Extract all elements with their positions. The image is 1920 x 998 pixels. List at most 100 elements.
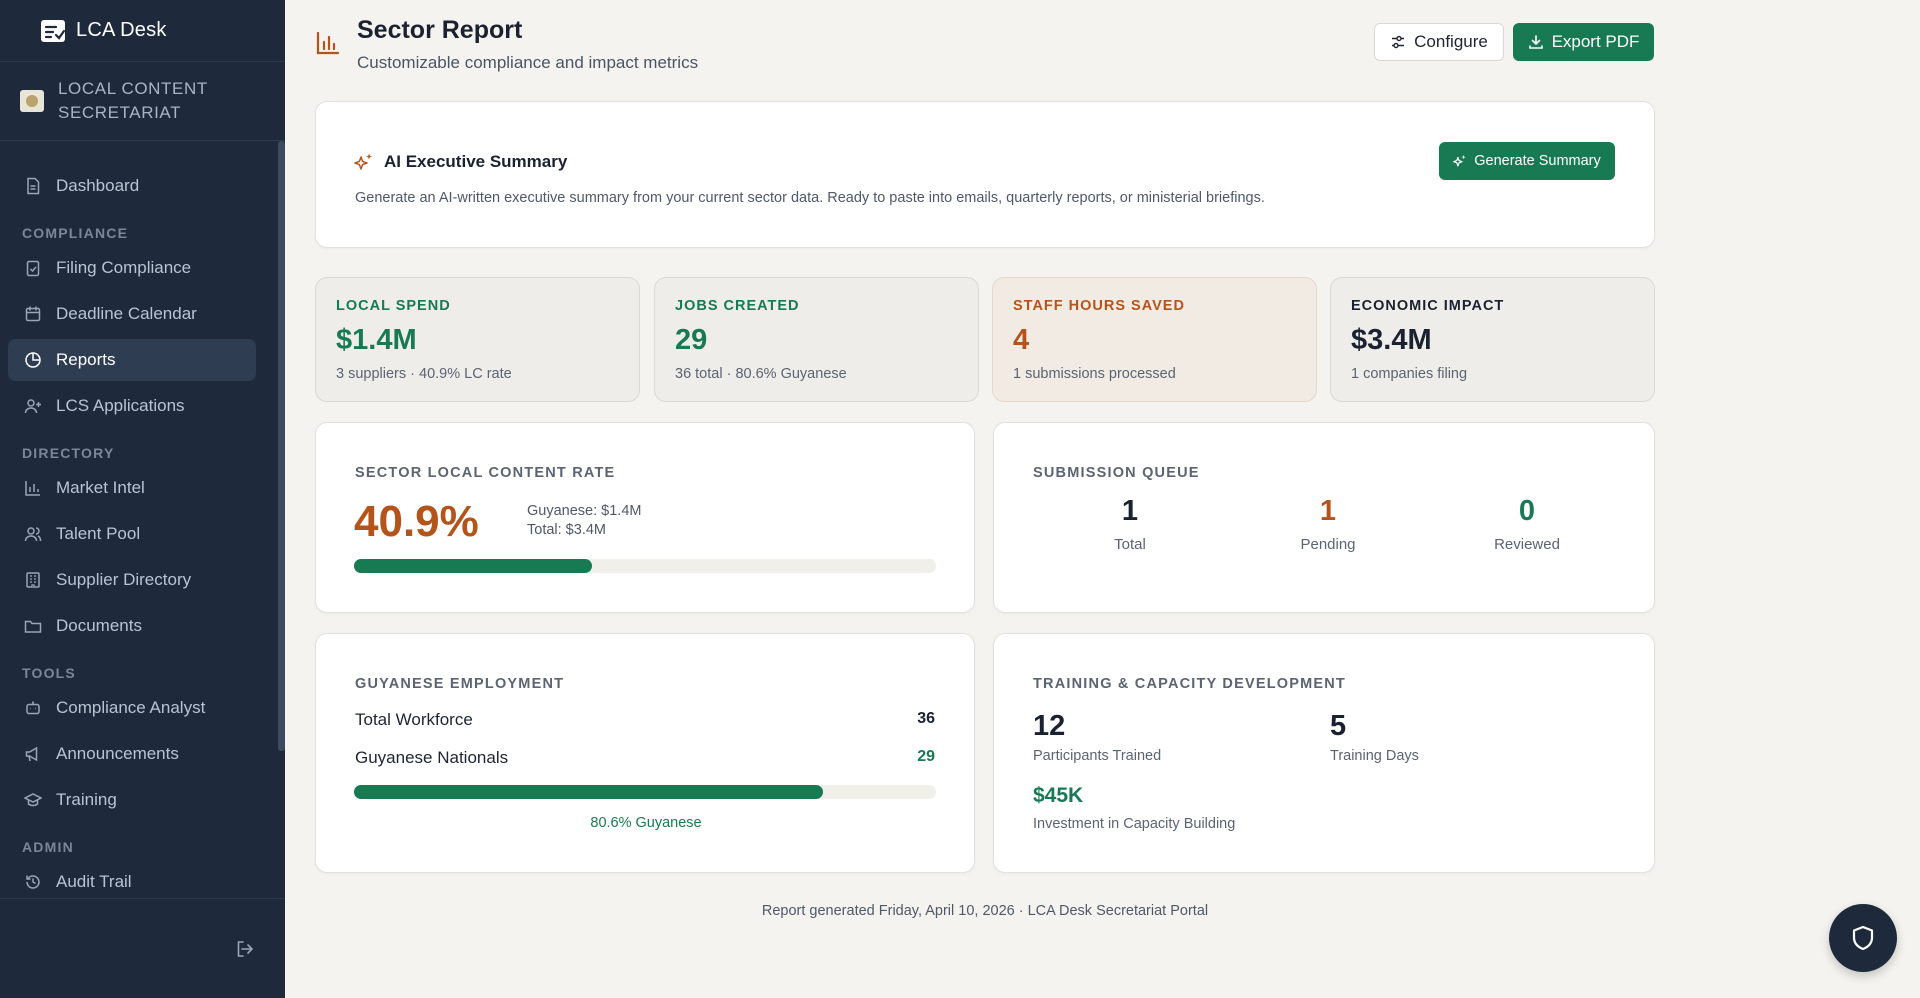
stat-subtext: 1 submissions processed	[1013, 366, 1176, 382]
sidebar-item-training[interactable]: Training	[8, 779, 256, 821]
lc-rate-card: SECTOR LOCAL CONTENT RATE 40.9% Guyanese…	[315, 422, 975, 613]
sidebar-item-label: Deadline Calendar	[56, 304, 197, 323]
ai-summary-description: Generate an AI-written executive summary…	[355, 190, 1265, 206]
logout-icon[interactable]	[235, 939, 255, 959]
workforce-label: Total Workforce	[355, 710, 473, 729]
sidebar-item-announcements[interactable]: Announcements	[8, 733, 256, 775]
sidebar-item-label: Supplier Directory	[56, 570, 192, 589]
shield-icon	[1852, 925, 1874, 951]
pie-chart-icon	[25, 352, 41, 368]
seal-icon	[20, 90, 44, 112]
sidebar-item-label: Market Intel	[56, 478, 145, 497]
report-footer: Report generated Friday, April 10, 2026 …	[761, 903, 1209, 919]
queue-reviewed: 0 Reviewed	[1477, 495, 1577, 553]
generate-summary-button[interactable]: Generate Summary	[1439, 142, 1615, 180]
stat-label: ECONOMIC IMPACT	[1351, 298, 1505, 314]
stat-label: LOCAL SPEND	[336, 298, 451, 314]
training-label: TRAINING & CAPACITY DEVELOPMENT	[1033, 676, 1346, 692]
bot-icon	[26, 701, 40, 715]
submission-queue-card: SUBMISSION QUEUE 1 Total 1 Pending 0 Rev…	[993, 422, 1655, 613]
sidebar-footer	[0, 898, 285, 998]
lc-rate-guyanese: Guyanese: $1.4M	[527, 503, 642, 519]
page-title: Sector Report	[357, 16, 523, 44]
folder-icon	[24, 620, 42, 633]
sidebar-item-documents[interactable]: Documents	[8, 605, 256, 647]
lc-rate-total: Total: $3.4M	[527, 522, 606, 538]
sparkles-icon	[1453, 155, 1466, 167]
sidebar-item-audit-trail[interactable]: Audit Trail	[8, 861, 256, 901]
megaphone-icon	[25, 746, 38, 762]
sidebar-item-filing-compliance[interactable]: Filing Compliance	[8, 247, 256, 289]
shield-button[interactable]	[1829, 904, 1897, 972]
org-header: LOCAL CONTENT SECRETARIAT	[0, 62, 285, 141]
training-days-label: Training Days	[1330, 748, 1419, 764]
sidebar-item-reports[interactable]: Reports	[8, 339, 256, 381]
sidebar-item-label: LCS Applications	[56, 396, 185, 415]
sidebar-item-label: Documents	[56, 616, 142, 635]
sidebar-item-label: Training	[56, 790, 117, 809]
queue-label: SUBMISSION QUEUE	[1033, 465, 1200, 481]
brand-name: LCA Desk	[76, 19, 167, 41]
sidebar-item-label: Talent Pool	[56, 524, 141, 543]
stat-value: 4	[1013, 324, 1030, 356]
queue-total: 1 Total	[1080, 495, 1180, 553]
stat-card-staff-hours-saved: STAFF HOURS SAVED 4 1 submissions proces…	[992, 277, 1317, 402]
brand[interactable]: LCA Desk	[0, 0, 285, 62]
nav-section-tools: TOOLS	[22, 665, 76, 681]
stat-card-local-spend: LOCAL SPEND $1.4M 3 suppliers · 40.9% LC…	[315, 277, 640, 402]
clipboard-icon	[26, 260, 40, 277]
sliders-icon	[1392, 35, 1405, 49]
queue-item-label: Total	[1114, 536, 1146, 553]
lc-rate-progress	[354, 559, 936, 573]
queue-item-label: Reviewed	[1494, 536, 1560, 553]
employment-card: GUYANESE EMPLOYMENT Total Workforce 36 G…	[315, 633, 975, 873]
participants-value: 12	[1033, 710, 1066, 742]
participants-label: Participants Trained	[1033, 748, 1162, 764]
export-pdf-button[interactable]: Export PDF	[1513, 23, 1654, 61]
nav-section-directory: DIRECTORY	[22, 445, 115, 461]
main-content: Sector Report Customizable compliance an…	[285, 0, 1920, 998]
queue-item-label: Pending	[1300, 536, 1356, 553]
sidebar-item-lcs-applications[interactable]: LCS Applications	[8, 385, 256, 427]
stat-value: $3.4M	[1351, 324, 1432, 356]
stat-card-economic-impact: ECONOMIC IMPACT $3.4M 1 companies filing	[1330, 277, 1655, 402]
sidebar-item-label: Reports	[56, 350, 116, 369]
export-label: Export PDF	[1551, 32, 1640, 51]
training-days-value: 5	[1330, 710, 1347, 742]
file-icon	[27, 177, 40, 195]
sidebar-item-talent-pool[interactable]: Talent Pool	[8, 513, 256, 555]
page-subtitle: Customizable compliance and impact metri…	[357, 53, 699, 72]
sidebar-scrollbar[interactable]	[278, 141, 285, 751]
stat-subtext: 3 suppliers · 40.9% LC rate	[336, 366, 512, 382]
sidebar-item-label: Announcements	[56, 744, 179, 763]
ai-summary-card: AI Executive Summary Generate an AI-writ…	[315, 101, 1655, 248]
sidebar-item-dashboard[interactable]: Dashboard	[8, 165, 256, 207]
generate-summary-label: Generate Summary	[1474, 153, 1601, 169]
ai-summary-title: AI Executive Summary	[384, 152, 568, 171]
workforce-value: 36	[917, 710, 935, 727]
stat-subtext: 1 companies filing	[1351, 366, 1468, 382]
download-icon	[1528, 35, 1543, 49]
employment-percent: 80.6% Guyanese	[590, 815, 702, 831]
sidebar-item-deadline-calendar[interactable]: Deadline Calendar	[8, 293, 256, 335]
stat-card-jobs-created: JOBS CREATED 29 36 total · 80.6% Guyanes…	[654, 277, 979, 402]
stat-subtext: 36 total · 80.6% Guyanese	[675, 366, 847, 382]
nationals-label: Guyanese Nationals	[355, 748, 509, 767]
nationals-value: 29	[917, 748, 935, 765]
ai-summary-heading: AI Executive Summary	[354, 152, 567, 172]
investment-label: Investment in Capacity Building	[1033, 816, 1236, 832]
sidebar-item-market-intel[interactable]: Market Intel	[8, 467, 256, 509]
stat-label: STAFF HOURS SAVED	[1013, 298, 1185, 314]
sidebar-nav: Dashboard COMPLIANCE Filing Compliance D…	[0, 141, 278, 901]
sidebar-item-compliance-analyst[interactable]: Compliance Analyst	[8, 687, 256, 729]
stat-label: JOBS CREATED	[675, 298, 800, 314]
sidebar-item-supplier-directory[interactable]: Supplier Directory	[8, 559, 256, 601]
nav-section-compliance: COMPLIANCE	[22, 225, 129, 241]
users-icon	[24, 527, 42, 542]
configure-label: Configure	[1414, 32, 1488, 51]
sidebar-item-label: Audit Trail	[56, 872, 132, 891]
employment-label: GUYANESE EMPLOYMENT	[355, 676, 565, 692]
page-header: Sector Report Customizable compliance an…	[315, 16, 698, 73]
investment-value: $45K	[1033, 784, 1084, 807]
configure-button[interactable]: Configure	[1374, 23, 1504, 61]
